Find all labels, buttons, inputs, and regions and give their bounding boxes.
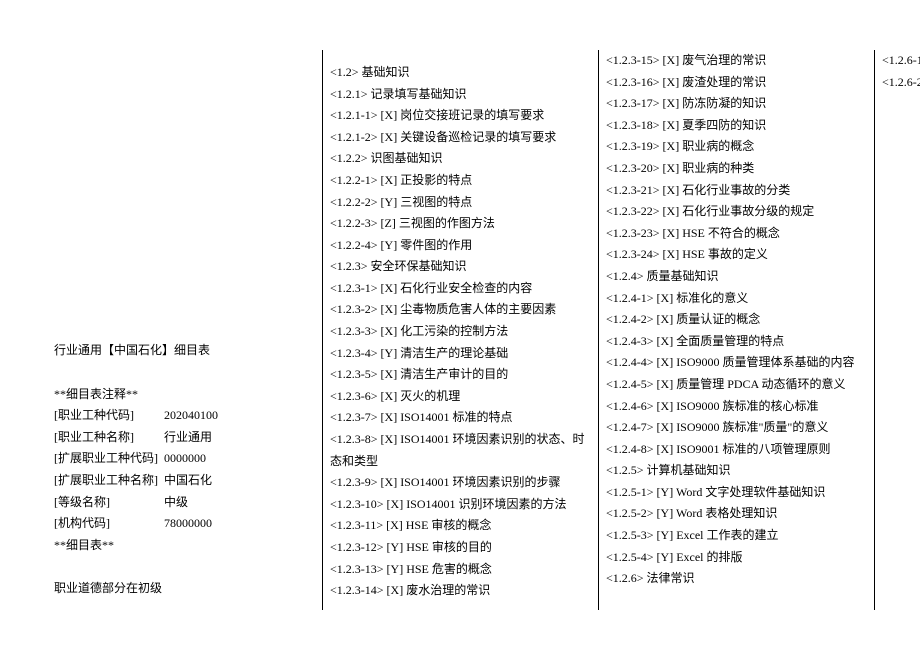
list-item: <1.2.3-16> [X] 废渣处理的常识: [606, 72, 866, 94]
list-item: <1.2.3-8> [X] ISO14001 环境因素识别的状态、时态和类型: [330, 429, 590, 472]
field-label: [职业工种名称]: [54, 427, 164, 449]
list-item: <1.2.3-4> [Y] 清洁生产的理论基础: [330, 343, 590, 365]
list-item: <1.2.2-4> [Y] 零件图的作用: [330, 235, 590, 257]
list-item: <1.2.4-3> [X] 全面质量管理的特点: [606, 331, 866, 353]
list-item: <1.2.3-24> [X] HSE 事故的定义: [606, 244, 866, 266]
list-item: <1.2.3-6> [X] 灭火的机理: [330, 386, 590, 408]
field-label: [等级名称]: [54, 492, 164, 514]
field-row: [职业工种名称] 行业通用: [54, 427, 314, 449]
list-item: <1.2.3-13> [Y] HSE 危害的概念: [330, 559, 590, 581]
list-item: <1.2.2-3> [Z] 三视图的作图方法: [330, 213, 590, 235]
list-item: <1.2.3-18> [X] 夏季四防的知识: [606, 115, 866, 137]
list-item: <1.2.2> 识图基础知识: [330, 148, 590, 170]
list-item: <1.2.3-23> [X] HSE 不符合的概念: [606, 223, 866, 245]
list-item: <1.2.3-11> [X] HSE 审核的概念: [330, 515, 590, 537]
list-item: <1.2.5-2> [Y] Word 表格处理知识: [606, 503, 866, 525]
list-item: <1.2.5-3> [Y] Excel 工作表的建立: [606, 525, 866, 547]
field-label: [机构代码]: [54, 513, 164, 535]
list-item: <1.2.3-12> [Y] HSE 审核的目的: [330, 537, 590, 559]
list-item: <1.2.4-6> [X] ISO9000 族标准的核心标准: [606, 396, 866, 418]
list-item: <1.2.1-1> [X] 岗位交接班记录的填写要求: [330, 105, 590, 127]
list-item: <1.2.3-1> [X] 石化行业安全检查的内容: [330, 278, 590, 300]
list-item: <1.2.3-21> [X] 石化行业事故的分类: [606, 180, 866, 202]
part-title: 职业道德部分在初级: [54, 578, 314, 600]
list-item: <1.2.3-9> [X] ISO14001 环境因素识别的步骤: [330, 472, 590, 494]
list-item: <1.2.3> 安全环保基础知识: [330, 256, 590, 278]
field-value: 中国石化: [164, 470, 314, 492]
list-item: <1.2.3-14> [X] 废水治理的常识: [330, 580, 590, 602]
list-item: <1.2.3-17> [X] 防冻防凝的知识: [606, 93, 866, 115]
list-item: <1.2.3-20> [X] 职业病的种类: [606, 158, 866, 180]
list-item: <1.2.4-8> [X] ISO9001 标准的八项管理原则: [606, 439, 866, 461]
list-item: <1.2.3-3> [X] 化工污染的控制方法: [330, 321, 590, 343]
list-item: <1.2.4-4> [X] ISO9000 质量管理体系基础的内容: [606, 352, 866, 374]
document-body: 行业通用【中国石化】细目表 **细目表注释** [职业工种代码] 2020401…: [54, 50, 866, 610]
list-item: <1.2.1-2> [X] 关键设备巡检记录的填写要求: [330, 127, 590, 149]
field-label: [扩展职业工种代码]: [54, 448, 164, 470]
field-row: [职业工种代码] 202040100: [54, 405, 314, 427]
list-item: <1.2.1> 记录填写基础知识: [330, 84, 590, 106]
field-label: [扩展职业工种名称]: [54, 470, 164, 492]
list-item: <1.2.6> 法律常识: [606, 568, 866, 590]
section-marker: **细目表**: [54, 535, 314, 557]
list-item: <1.2.3-19> [X] 职业病的概念: [606, 136, 866, 158]
list-item: <1.2.3-15> [X] 废气治理的常识: [606, 50, 866, 72]
list-item: <1.2.3-22> [X] 石化行业事故分级的规定: [606, 201, 866, 223]
list-item: <1.2.4-7> [X] ISO9000 族标准"质量"的意义: [606, 417, 866, 439]
list-item: <1.2.3-7> [X] ISO14001 标准的特点: [330, 407, 590, 429]
list-item: <1.2> 基础知识: [330, 62, 590, 84]
list-item: <1.2.6-1> [Y] 合同的形式: [882, 50, 920, 72]
page-title: 行业通用【中国石化】细目表: [54, 340, 314, 362]
list-item: <1.2.4> 质量基础知识: [606, 266, 866, 288]
field-value: 202040100: [164, 405, 314, 427]
list-item: <1.2.2-1> [X] 正投影的特点: [330, 170, 590, 192]
list-item: <1.2.3-5> [X] 清洁生产审计的目的: [330, 364, 590, 386]
list-item: <1.2.4-5> [X] 质量管理 PDCA 动态循环的意义: [606, 374, 866, 396]
list-item: <1.2.4-2> [X] 质量认证的概念: [606, 309, 866, 331]
field-row: [扩展职业工种名称] 中国石化: [54, 470, 314, 492]
list-item: <1.2.2-2> [Y] 三视图的特点: [330, 192, 590, 214]
list-item: <1.2.5> 计算机基础知识: [606, 460, 866, 482]
list-item: <1.2.5-1> [Y] Word 文字处理软件基础知识: [606, 482, 866, 504]
field-row: [机构代码] 78000000: [54, 513, 314, 535]
notes-label: **细目表注释**: [54, 384, 314, 406]
list-item: <1.2.5-4> [Y] Excel 的排版: [606, 547, 866, 569]
field-row: [扩展职业工种代码] 0000000: [54, 448, 314, 470]
list-item: <1.2.3-10> [X] ISO14001 识别环境因素的方法: [330, 494, 590, 516]
list-item: <1.2.6-2> [Z] 合同法关于无效合同的规定: [882, 72, 920, 94]
field-value: 78000000: [164, 513, 314, 535]
list-item: <1.2.4-1> [X] 标准化的意义: [606, 288, 866, 310]
field-value: 中级: [164, 492, 314, 514]
field-row: [等级名称] 中级: [54, 492, 314, 514]
field-value: 0000000: [164, 448, 314, 470]
list-item: <1.2.3-2> [X] 尘毒物质危害人体的主要因素: [330, 299, 590, 321]
field-value: 行业通用: [164, 427, 314, 449]
field-label: [职业工种代码]: [54, 405, 164, 427]
